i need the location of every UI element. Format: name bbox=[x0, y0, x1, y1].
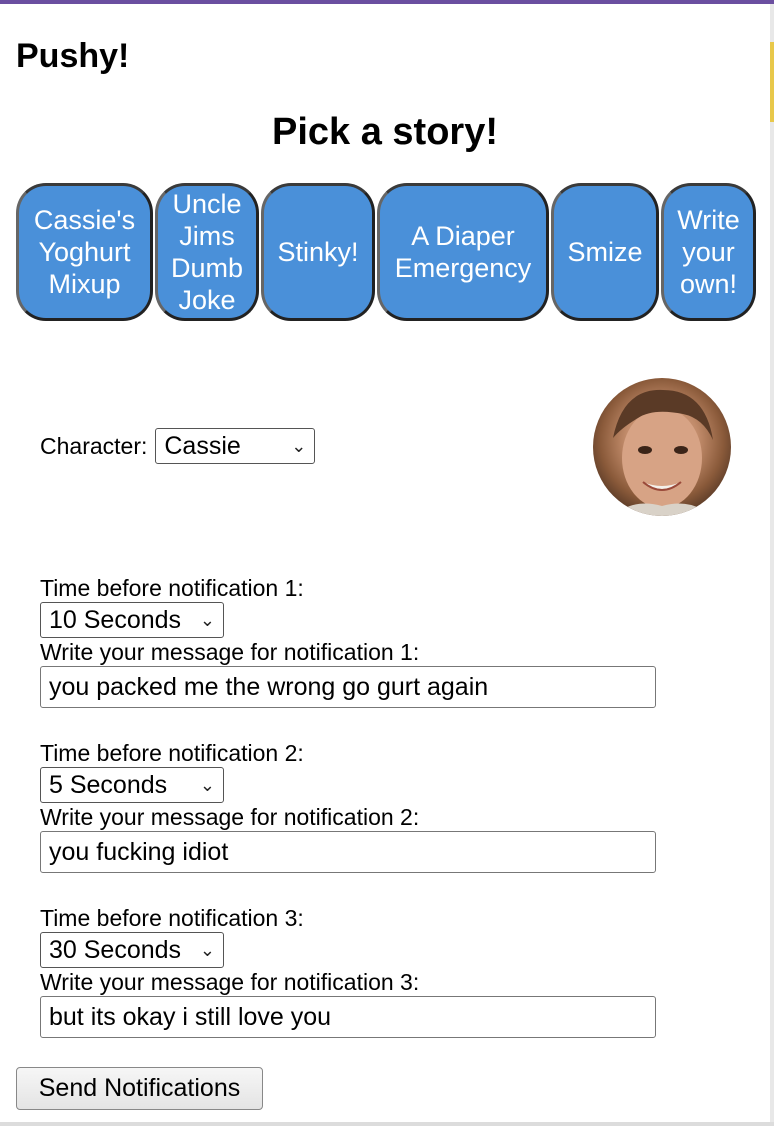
chevron-down-icon: ⌄ bbox=[199, 609, 215, 630]
notification-2: Time before notification 2: 5 Seconds ⌄ … bbox=[40, 739, 660, 873]
chevron-down-icon: ⌄ bbox=[199, 939, 215, 960]
notification-3-time-value: 30 Seconds bbox=[49, 935, 182, 964]
notification-3-message-label: Write your message for notification 3: bbox=[40, 969, 420, 995]
chevron-down-icon: ⌄ bbox=[291, 435, 307, 456]
app-title: Pushy! bbox=[16, 37, 130, 75]
girl-avatar-photo bbox=[593, 378, 731, 516]
notification-1-message-label: Write your message for notification 1: bbox=[40, 639, 420, 665]
notification-3-message-input[interactable] bbox=[40, 996, 656, 1038]
story-button-uncle-jims-dumb-joke[interactable]: Uncle Jims Dumb Joke bbox=[155, 183, 259, 321]
chevron-down-icon: ⌄ bbox=[199, 774, 215, 795]
notification-2-time-label: Time before notification 2: bbox=[40, 740, 304, 766]
notification-1: Time before notification 1: 10 Seconds ⌄… bbox=[40, 574, 660, 708]
window-right-accent bbox=[770, 42, 774, 122]
notification-1-message-input[interactable] bbox=[40, 666, 656, 708]
notification-1-time-label: Time before notification 1: bbox=[40, 575, 304, 601]
story-button-smize[interactable]: Smize bbox=[551, 183, 659, 321]
character-select-value: Cassie bbox=[164, 431, 241, 460]
notification-3-time-select[interactable]: 30 Seconds ⌄ bbox=[40, 932, 224, 968]
story-button-stinky[interactable]: Stinky! bbox=[261, 183, 375, 321]
character-label: Character: bbox=[40, 432, 148, 459]
notification-2-message-input[interactable] bbox=[40, 831, 656, 873]
notification-2-message-label: Write your message for notification 2: bbox=[40, 804, 420, 830]
window-bottom-edge bbox=[0, 1122, 774, 1126]
send-notifications-button[interactable]: Send Notifications bbox=[16, 1067, 263, 1110]
story-button-a-diaper-emergency[interactable]: A Diaper Emergency bbox=[377, 183, 549, 321]
notification-2-time-select[interactable]: 5 Seconds ⌄ bbox=[40, 767, 224, 803]
notification-1-time-select[interactable]: 10 Seconds ⌄ bbox=[40, 602, 224, 638]
story-button-write-your-own[interactable]: Write your own! bbox=[661, 183, 756, 321]
notification-3-time-label: Time before notification 3: bbox=[40, 905, 304, 931]
window-top-bar bbox=[0, 0, 774, 4]
notification-3: Time before notification 3: 30 Seconds ⌄… bbox=[40, 904, 660, 1038]
character-row: Character: Cassie ⌄ bbox=[40, 428, 316, 464]
notification-1-time-value: 10 Seconds bbox=[49, 605, 182, 634]
story-button-cassies-yoghurt-mixup[interactable]: Cassie's Yoghurt Mixup bbox=[16, 183, 153, 321]
page-subtitle: Pick a story! bbox=[272, 111, 498, 153]
character-select[interactable]: Cassie ⌄ bbox=[155, 428, 316, 464]
window-right-edge bbox=[770, 4, 774, 1126]
notification-2-time-value: 5 Seconds bbox=[49, 770, 168, 799]
story-button-row: Cassie's Yoghurt Mixup Uncle Jims Dumb J… bbox=[16, 182, 756, 322]
